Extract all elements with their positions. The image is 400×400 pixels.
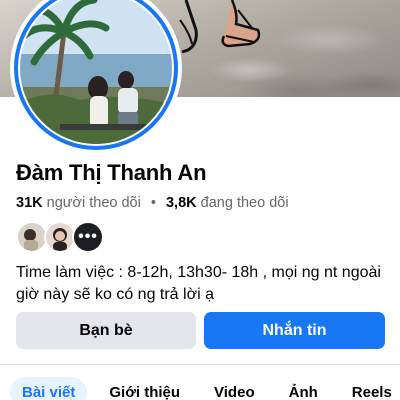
follow-stats: 31K người theo dõi • 3,8K đang theo dõi [16,195,289,211]
friends-button-label: Bạn bè [79,321,133,339]
followers-count: 31K [16,195,43,211]
section-divider [0,364,400,365]
tab-posts[interactable]: Bài viết [10,376,88,400]
followers-label: người theo dõi [46,195,141,211]
more-dots-icon[interactable]: ••• [72,221,104,253]
followers-stat[interactable]: 31K người theo dõi [16,195,141,211]
profile-name: Đàm Thị Thanh An [16,160,207,185]
stats-separator: • [150,195,156,211]
message-button[interactable]: Nhắn tin [204,312,385,349]
friends-button[interactable]: Bạn bè [16,312,196,349]
profile-avatar[interactable] [10,0,182,154]
story-ring [14,0,178,150]
profile-tabs: Bài viết Giới thiệu Video Ảnh Reels [10,375,400,400]
mutual-friends-avatars[interactable]: ••• [16,221,104,253]
tab-about[interactable]: Giới thiệu [97,377,192,400]
tab-video[interactable]: Video [202,377,267,400]
following-count: 3,8K [165,195,197,211]
profile-bio: Time làm việc : 8-12h, 13h30- 18h , mọi … [16,264,381,303]
message-button-label: Nhắn tin [262,321,327,339]
avatar-photo [20,0,172,144]
tab-photos[interactable]: Ảnh [277,377,330,400]
following-label: đang theo dõi [200,195,289,211]
tab-reels[interactable]: Reels [340,377,400,400]
following-stat[interactable]: 3,8K đang theo dõi [166,195,289,211]
